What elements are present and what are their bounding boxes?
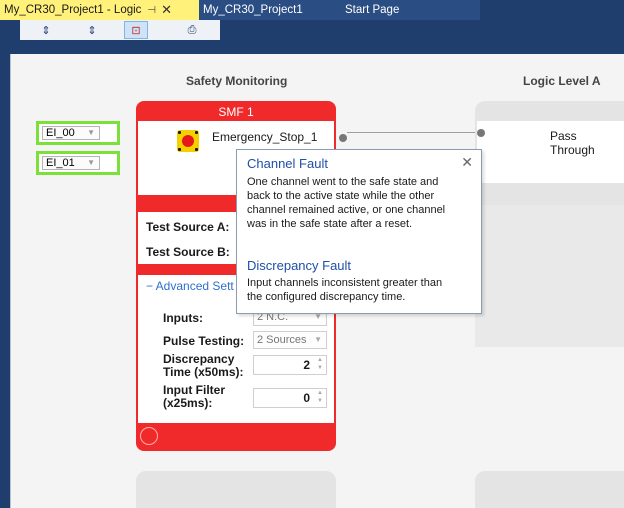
chevron-down-icon: ▼	[87, 128, 95, 137]
smf-title: SMF 1	[218, 105, 254, 119]
advanced-settings-toggle[interactable]: − Advanced Sett	[146, 279, 234, 293]
tab-logic[interactable]: My_CR30_Project1 - Logic ⊣ ✕	[0, 0, 199, 20]
tab-project-label: My_CR30_Project1	[203, 4, 303, 16]
inputs-label: Inputs:	[163, 311, 203, 325]
tab-logic-label: My_CR30_Project1 - Logic	[4, 4, 142, 16]
pulse-testing-select[interactable]: 2 Sources ▼	[253, 331, 327, 349]
discrepancy-label-line2: Time (x50ms):	[163, 365, 244, 379]
left-frame	[0, 54, 10, 508]
column-header-safety: Safety Monitoring	[186, 74, 288, 88]
logic-input-dot[interactable]	[477, 129, 485, 137]
discrepancy-fault-title: Discrepancy Fault	[247, 258, 352, 273]
test-source-a-label: Test Source A:	[146, 220, 230, 234]
empty-block-slot[interactable]	[475, 471, 624, 508]
input-filter-stepper[interactable]: 0 ▲ ▼	[253, 388, 327, 408]
toolbar-buttons: ⇕ ⇕ ⊡ ⎙	[20, 20, 220, 40]
input-tag-label: EI_00	[46, 127, 75, 139]
tooltip-line: One channel went to the safe state and	[247, 176, 439, 188]
print-button[interactable]: ⎙	[180, 21, 204, 39]
input-filter-label-line2: (x25ms):	[163, 396, 213, 410]
tooltip-line: back to the active state while the other	[247, 190, 435, 202]
tooltip-line: channel remained active, or one channel	[247, 204, 446, 216]
discrepancy-value: 2	[303, 358, 310, 372]
channel-fault-text: One channel went to the safe state and b…	[247, 175, 473, 231]
pass-through-label: Pass Through	[550, 129, 595, 157]
fault-tooltip: ✕ Channel Fault One channel went to the …	[236, 149, 482, 314]
pin-icon[interactable]: ⊣	[147, 5, 156, 16]
input-tag-ei00[interactable]: EI_00 ▼	[36, 121, 120, 145]
input-filter-label: Input Filter (x25ms):	[163, 384, 225, 410]
tab-start-page-label: Start Page	[345, 4, 400, 16]
input-tag-label: EI_01	[46, 157, 75, 169]
fit-view-button[interactable]: ⊡	[124, 21, 148, 39]
pulse-testing-value: 2 Sources	[257, 334, 307, 346]
estop-red-button	[182, 135, 194, 147]
column-header-logic: Logic Level A	[523, 74, 601, 88]
connection-wire	[347, 132, 480, 133]
document-tab-bar: My_CR30_Project1 - Logic ⊣ ✕ My_CR30_Pro…	[0, 0, 624, 20]
fit-view-icon: ⊡	[131, 24, 141, 37]
input-tag-ei01[interactable]: EI_01 ▼	[36, 151, 120, 175]
output-dot[interactable]	[339, 134, 347, 142]
input-filter-value: 0	[303, 391, 310, 405]
tooltip-line: Input channels inconsistent greater than	[247, 277, 443, 289]
tab-project[interactable]: My_CR30_Project1	[199, 0, 339, 20]
print-icon: ⎙	[187, 23, 197, 36]
expand-all-button[interactable]: ⇕	[34, 21, 58, 39]
spinner-icon[interactable]: ▲ ▼	[317, 389, 323, 405]
tooltip-line: was in the safe state after a reset.	[247, 218, 413, 230]
spinner-icon[interactable]: ▲ ▼	[317, 356, 323, 372]
tooltip-line: the configured discrepancy time.	[247, 291, 406, 303]
input-tag-select[interactable]: EI_01 ▼	[42, 156, 100, 170]
channel-fault-title: Channel Fault	[247, 156, 328, 171]
input-tag-select[interactable]: EI_00 ▼	[42, 126, 100, 140]
tab-start-page[interactable]: Start Page	[339, 0, 480, 20]
chevron-down-icon: ▼	[314, 335, 322, 344]
function-name: Emergency_Stop_1	[212, 130, 318, 144]
toolbar: ⇕ ⇕ ⊡ ⎙	[0, 20, 624, 54]
close-tab-icon[interactable]: ✕	[161, 2, 172, 18]
discrepancy-label: Discrepancy Time (x50ms):	[163, 353, 243, 379]
discrepancy-fault-text: Input channels inconsistent greater than…	[247, 276, 473, 304]
expand-all-icon: ⇕	[41, 24, 51, 37]
chevron-down-icon: ▼	[87, 158, 95, 167]
emergency-stop-icon	[177, 130, 199, 152]
test-source-b-label: Test Source B:	[146, 245, 230, 259]
pulse-testing-label: Pulse Testing:	[163, 334, 245, 348]
close-icon[interactable]: ✕	[461, 154, 473, 171]
collapse-icon: ⇕	[87, 24, 97, 37]
smf-status-circle-icon	[140, 427, 158, 445]
collapse-button[interactable]: ⇕	[80, 21, 104, 39]
logic-block-lower	[475, 205, 624, 347]
empty-block-slot[interactable]	[136, 471, 336, 508]
discrepancy-stepper[interactable]: 2 ▲ ▼	[253, 355, 327, 375]
